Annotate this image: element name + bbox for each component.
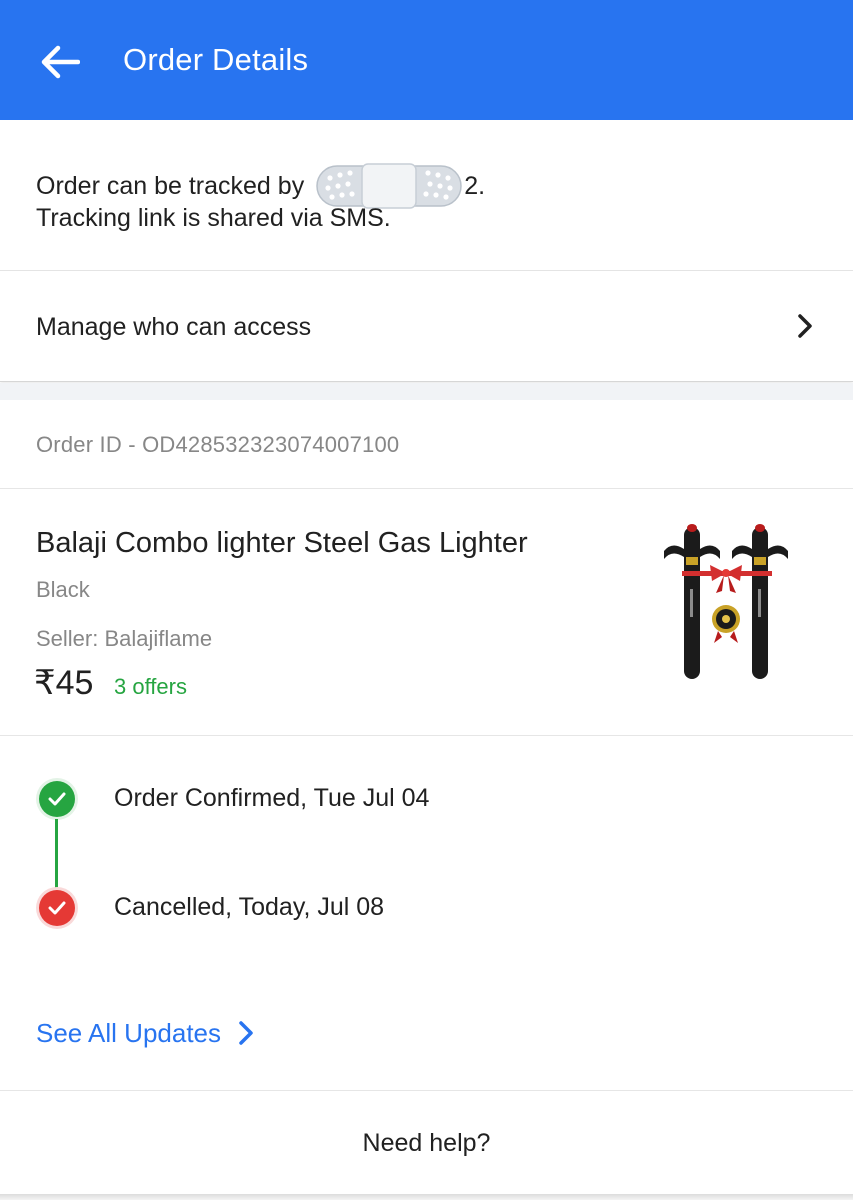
manage-access-label: Manage who can access	[36, 313, 312, 341]
app-bar: Order Details	[0, 0, 853, 120]
check-icon	[48, 901, 66, 915]
order-id-row: Order ID - OD428532323074007100	[0, 400, 853, 489]
cancelled-status-icon	[39, 890, 75, 926]
product-variant: Black	[36, 577, 90, 602]
product-image	[664, 524, 788, 679]
timeline-step-cancelled: Cancelled, Today, Jul 08	[114, 893, 385, 921]
need-help-label: Need help?	[362, 1129, 491, 1157]
tracking-line-2: Tracking link is shared via SMS.	[36, 204, 391, 232]
bottom-shadow	[0, 1194, 853, 1200]
timeline-connector	[55, 819, 58, 893]
confirmed-status-icon	[39, 781, 75, 817]
section-divider	[0, 383, 853, 400]
check-icon	[48, 792, 66, 806]
page-title: Order Details	[123, 42, 309, 77]
order-timeline: Order Confirmed, Tue Jul 04 Cancelled, T…	[0, 736, 853, 996]
need-help-button[interactable]: Need help?	[0, 1090, 853, 1195]
order-id: Order ID - OD428532323074007100	[36, 432, 400, 457]
product-price: ₹45	[34, 664, 94, 702]
manage-access-row[interactable]: Manage who can access	[0, 271, 853, 382]
offers-link[interactable]: 3 offers	[114, 674, 187, 700]
see-all-updates-label: See All Updates	[36, 1017, 222, 1048]
chevron-right-icon	[237, 1019, 255, 1047]
tracking-info: Order can be tracked by 2. Tracking link…	[0, 120, 853, 271]
product-seller: Seller: Balajiflame	[36, 626, 213, 651]
timeline-step-confirmed: Order Confirmed, Tue Jul 04	[114, 784, 430, 812]
see-all-updates-link[interactable]: See All Updates	[36, 1015, 255, 1051]
tracking-prefix: Order can be tracked by	[36, 171, 305, 200]
product-card[interactable]: Balaji Combo lighter Steel Gas Lighter B…	[0, 489, 853, 736]
back-arrow-icon	[41, 45, 80, 79]
product-name: Balaji Combo lighter Steel Gas Lighter	[36, 527, 528, 559]
chevron-right-icon	[798, 314, 812, 338]
back-button[interactable]	[34, 36, 86, 88]
tracking-phone-suffix: 2.	[464, 171, 486, 200]
